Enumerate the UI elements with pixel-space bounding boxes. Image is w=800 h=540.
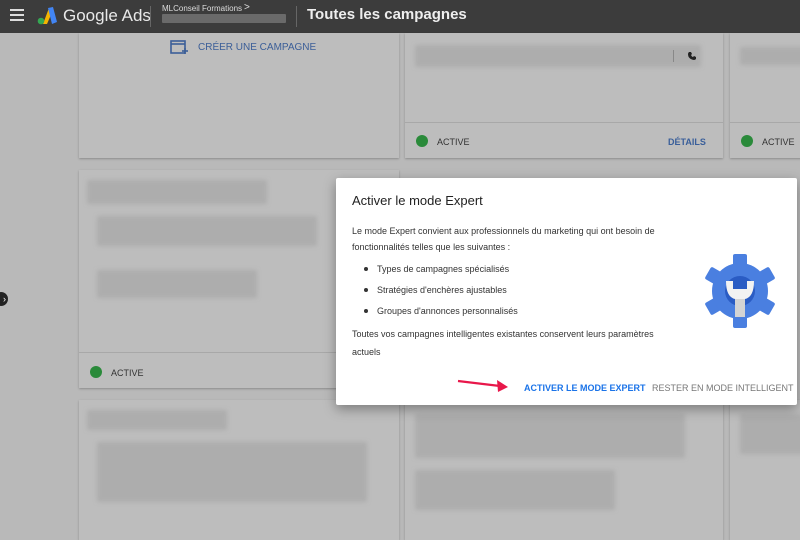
dialog-title: Activer le mode Expert bbox=[352, 193, 483, 208]
settings-wrench-gear-icon bbox=[705, 254, 775, 328]
blurred-content bbox=[415, 45, 701, 67]
feature-item: Groupes d'annonces personnalisés bbox=[362, 303, 518, 324]
status-label: ACTIVE bbox=[437, 137, 470, 147]
scroll-left-arrow-icon[interactable]: › bbox=[0, 292, 8, 306]
create-campaign-icon[interactable] bbox=[170, 40, 189, 55]
blurred-content bbox=[415, 414, 685, 458]
details-link[interactable]: DÉTAILS bbox=[668, 137, 706, 147]
status-label: ACTIVE bbox=[111, 368, 144, 378]
active-status-dot bbox=[90, 366, 102, 378]
dialog-outro: Toutes vos campagnes intelligentes exist… bbox=[352, 329, 654, 357]
annotation-arrow-icon bbox=[457, 379, 508, 392]
campaign-card[interactable]: ACTIVE DÉTAILS bbox=[405, 33, 723, 158]
account-id-blurred bbox=[162, 14, 286, 23]
dialog-intro: Le mode Expert convient aux professionne… bbox=[352, 226, 655, 252]
blurred-content bbox=[415, 470, 615, 510]
stay-smart-mode-button[interactable]: RESTER EN MODE INTELLIGENT bbox=[652, 383, 794, 393]
hamburger-menu-icon[interactable] bbox=[10, 9, 24, 21]
blurred-content bbox=[740, 47, 800, 65]
phone-icon bbox=[688, 52, 696, 60]
brand-name: Google Ads bbox=[63, 6, 151, 25]
account-name[interactable]: MLConseil Formations bbox=[162, 4, 242, 13]
create-campaign-button[interactable]: CRÉER UNE CAMPAGNE bbox=[198, 42, 316, 53]
blurred-content bbox=[87, 410, 227, 430]
activate-expert-mode-button[interactable]: ACTIVER LE MODE EXPERT bbox=[524, 383, 646, 393]
header-divider bbox=[296, 6, 297, 27]
card-divider bbox=[405, 122, 723, 123]
google-ads-logo bbox=[37, 7, 57, 25]
blurred-content bbox=[97, 216, 317, 246]
blurred-content bbox=[740, 414, 800, 454]
blurred-content bbox=[97, 442, 367, 502]
campaign-card[interactable]: ACTIVE bbox=[730, 33, 800, 158]
field-divider bbox=[673, 50, 674, 62]
card-divider bbox=[730, 122, 800, 123]
feature-item: Types de campagnes spécialisés bbox=[362, 261, 518, 282]
active-status-dot bbox=[741, 135, 753, 147]
status-label: ACTIVE bbox=[762, 137, 795, 147]
header-divider bbox=[150, 6, 151, 27]
page-title: Toutes les campagnes bbox=[307, 6, 467, 23]
feature-list: Types de campagnes spécialisés Stratégie… bbox=[362, 261, 518, 324]
feature-item: Stratégies d'enchères ajustables bbox=[362, 282, 518, 303]
active-status-dot bbox=[416, 135, 428, 147]
campaign-card[interactable] bbox=[79, 400, 399, 540]
expert-mode-dialog: Activer le mode Expert Le mode Expert co… bbox=[336, 178, 797, 405]
top-bar: Google Ads MLConseil Formations > Toutes… bbox=[0, 0, 800, 33]
campaign-card[interactable] bbox=[405, 400, 723, 540]
campaign-card[interactable] bbox=[730, 400, 800, 540]
blurred-content bbox=[87, 180, 267, 204]
account-chevron-icon[interactable]: > bbox=[244, 2, 250, 13]
blurred-content bbox=[97, 270, 257, 298]
